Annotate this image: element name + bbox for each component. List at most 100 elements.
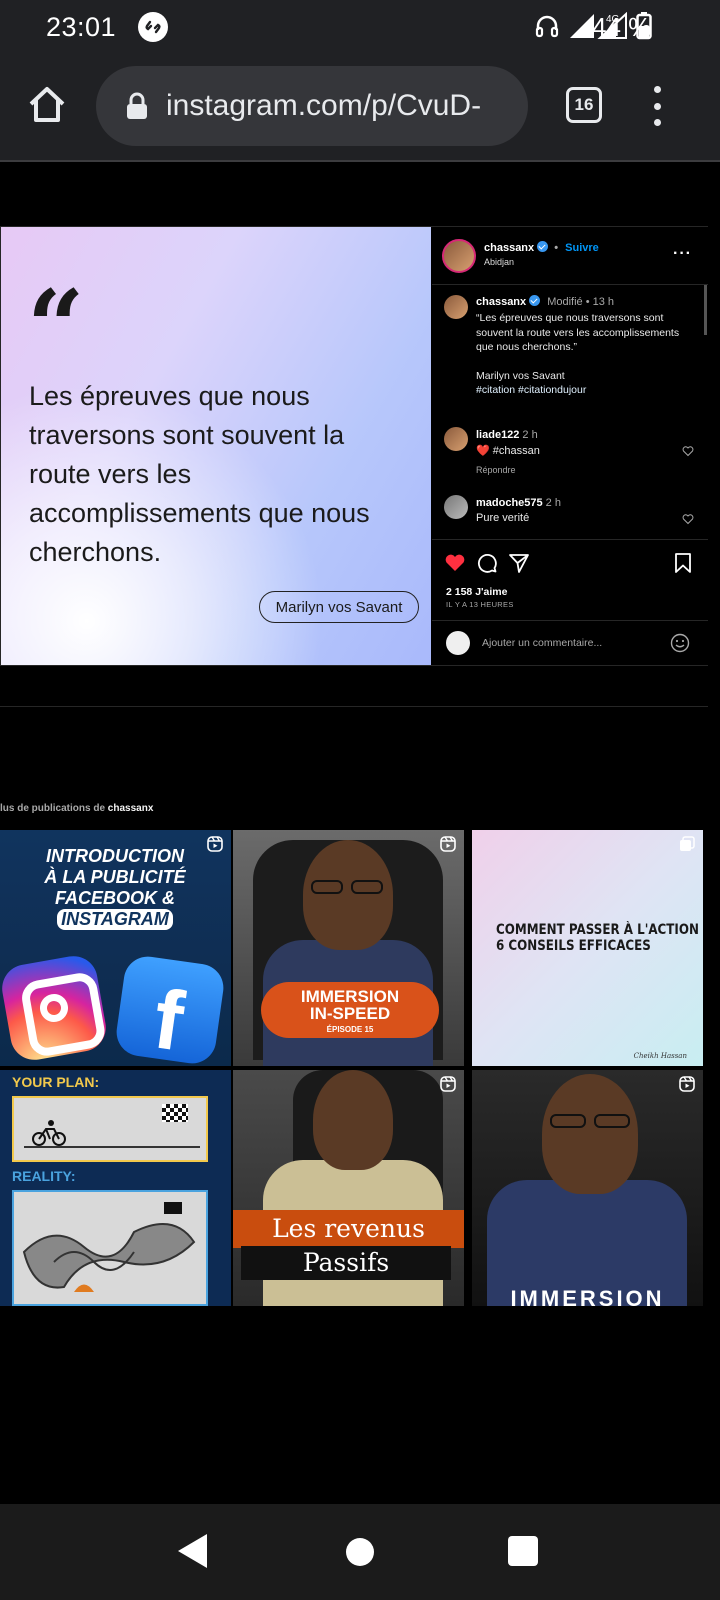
post-actions: 2 158 J'aime IL Y A 13 HEURES Ajouter un… — [432, 539, 708, 665]
heart-outline-icon[interactable] — [682, 513, 694, 525]
home-icon[interactable] — [26, 84, 68, 126]
plan-illustration — [12, 1096, 208, 1162]
instagram-logo-icon — [0, 952, 110, 1064]
tile-title: INTRODUCTION À LA PUBLICITÉ FACEBOOK & I… — [0, 846, 230, 930]
tile-title-line: Passifs — [241, 1246, 451, 1280]
quote-mark-icon: “ — [27, 268, 85, 386]
tile-label: REALITY: — [12, 1168, 76, 1184]
signature: Cheikh Hassan — [633, 1052, 687, 1060]
verified-icon — [529, 295, 541, 306]
post-time: IL Y A 13 HEURES — [446, 600, 514, 609]
bookmark-icon[interactable] — [672, 552, 694, 574]
username-link[interactable]: chassanx — [476, 296, 526, 308]
username-link[interactable]: chassanx — [108, 803, 154, 814]
share-icon[interactable] — [508, 552, 530, 574]
instagram-post: “ Les épreuves que nous traversons sont … — [0, 226, 708, 666]
back-icon[interactable] — [178, 1534, 207, 1568]
post-location[interactable]: Abidjan — [484, 257, 514, 267]
tile-label: YOUR PLAN: — [12, 1074, 100, 1090]
person-head — [313, 1070, 393, 1170]
post-author: chassanx • Suivre — [484, 241, 599, 254]
caption-author: chassanx Modifié • 13 h — [476, 295, 614, 308]
comment-time: 2 h — [545, 497, 561, 509]
tile-title: IMMERSION — [510, 1286, 665, 1306]
tile-title-part: INSTAGRAM — [57, 909, 173, 930]
status-bar: 23:01 4G 44 % — [0, 0, 720, 56]
facebook-logo-icon: f — [113, 953, 227, 1066]
headphones-icon — [535, 15, 559, 38]
tile-title-line: 6 CONSEILS EFFICACES — [496, 938, 651, 954]
follow-button[interactable]: Suivre — [565, 242, 599, 254]
lock-icon — [127, 92, 147, 119]
caption-text: “Les épreuves que nous traversons sont s… — [476, 311, 698, 398]
address-bar[interactable]: instagram.com/p/CvuD- — [96, 66, 528, 146]
browser-toolbar: instagram.com/p/CvuD- 16 — [0, 56, 720, 162]
reel-icon — [440, 1076, 456, 1092]
add-comment-row: Ajouter un commentaire... — [432, 620, 708, 666]
username-link[interactable]: madoche575 — [476, 497, 543, 509]
comment-item: liade122 2 h ❤️ #chassan Répondre — [432, 427, 708, 487]
path-line — [24, 1146, 200, 1148]
comment-author: madoche575 2 h — [476, 497, 561, 509]
avatar[interactable] — [442, 239, 476, 273]
emoji-icon[interactable] — [670, 633, 690, 653]
home-circle-icon[interactable] — [346, 1538, 374, 1566]
grid-post[interactable]: IMMERSION — [472, 1070, 703, 1306]
comments-scrollbar[interactable] — [704, 285, 707, 335]
comment-author: liade122 2 h — [476, 429, 538, 441]
comment-time: 2 h — [522, 429, 538, 441]
likes-count[interactable]: 2 158 J'aime — [446, 586, 507, 598]
comment-icon[interactable] — [476, 552, 498, 574]
reel-icon — [679, 1076, 695, 1092]
grid-post[interactable]: INTRODUCTION À LA PUBLICITÉ FACEBOOK & I… — [0, 830, 231, 1066]
tile-title-line: INTRODUCTION — [46, 846, 184, 866]
username-link[interactable]: liade122 — [476, 429, 519, 441]
comment-text: Pure verité — [476, 512, 530, 524]
more-posts-prefix: lus de publications de — [0, 803, 108, 814]
tab-switcher-button[interactable]: 16 — [566, 87, 602, 123]
caption-author-line: Marilyn vos Savant — [476, 369, 565, 382]
battery-percent: 44 % — [592, 12, 652, 42]
tile-title-line: COMMENT PASSER À L'ACTION ? — [496, 922, 703, 938]
like-filled-icon[interactable] — [444, 552, 466, 574]
more-posts-grid: INTRODUCTION À LA PUBLICITÉ FACEBOOK & I… — [0, 830, 708, 1306]
caption-quote: “Les épreuves que nous traversons sont s… — [476, 312, 680, 353]
avatar[interactable] — [444, 295, 468, 319]
avatar[interactable] — [444, 427, 468, 451]
grid-post[interactable]: YOUR PLAN: REALITY: — [0, 1070, 231, 1306]
tile-title-line: FACEBOOK & INSTAGRAM — [0, 888, 230, 930]
tile-title-line: IN-SPEED — [309, 1004, 391, 1023]
heart-outline-icon[interactable] — [682, 445, 694, 457]
checkered-flag-icon — [162, 1104, 188, 1122]
status-time: 23:01 — [46, 12, 117, 42]
tile-title: IMMERSION IN-SPEED ÉPISODE 15 — [261, 982, 439, 1038]
grid-post[interactable]: IMMERSION IN-SPEED ÉPISODE 15 — [233, 830, 464, 1066]
more-options-icon[interactable]: ··· — [673, 245, 692, 263]
add-comment-input[interactable]: Ajouter un commentaire... — [482, 637, 602, 649]
reel-icon — [440, 836, 456, 852]
shazam-icon — [138, 12, 168, 42]
post-image[interactable]: “ Les épreuves que nous traversons sont … — [1, 227, 431, 665]
tile-title-line: IMMERSION — [300, 987, 400, 1006]
caption-meta: Modifié • 13 h — [547, 296, 615, 308]
reply-button[interactable]: Répondre — [476, 465, 516, 475]
tile-title-line: Les revenus — [233, 1210, 464, 1248]
caption-hashtags[interactable]: #citation #citationdujour — [476, 383, 698, 398]
glasses-shape — [550, 1114, 586, 1128]
url-text[interactable]: instagram.com/p/CvuD- — [166, 89, 481, 123]
cyclist-icon — [32, 1120, 66, 1146]
grid-post[interactable]: COMMENT PASSER À L'ACTION ? 6 CONSEILS E… — [472, 830, 703, 1066]
username-link[interactable]: chassanx — [484, 242, 534, 254]
tile-title-line: À LA PUBLICITÉ — [44, 867, 186, 887]
avatar[interactable] — [444, 495, 468, 519]
grid-post[interactable]: Les revenus Passifs — [233, 1070, 464, 1306]
avatar — [446, 631, 470, 655]
post-header: chassanx • Suivre Abidjan ··· — [432, 227, 708, 285]
recents-icon[interactable] — [508, 1536, 538, 1566]
more-posts-heading: lus de publications de chassanx — [0, 803, 153, 814]
tile-title-part: FACEBOOK & — [54, 888, 175, 908]
tab-count: 16 — [574, 95, 594, 114]
tile-subtitle: ÉPISODE 15 — [326, 1025, 374, 1034]
quote-author: Marilyn vos Savant — [259, 591, 419, 623]
more-vert-icon[interactable] — [650, 86, 664, 126]
